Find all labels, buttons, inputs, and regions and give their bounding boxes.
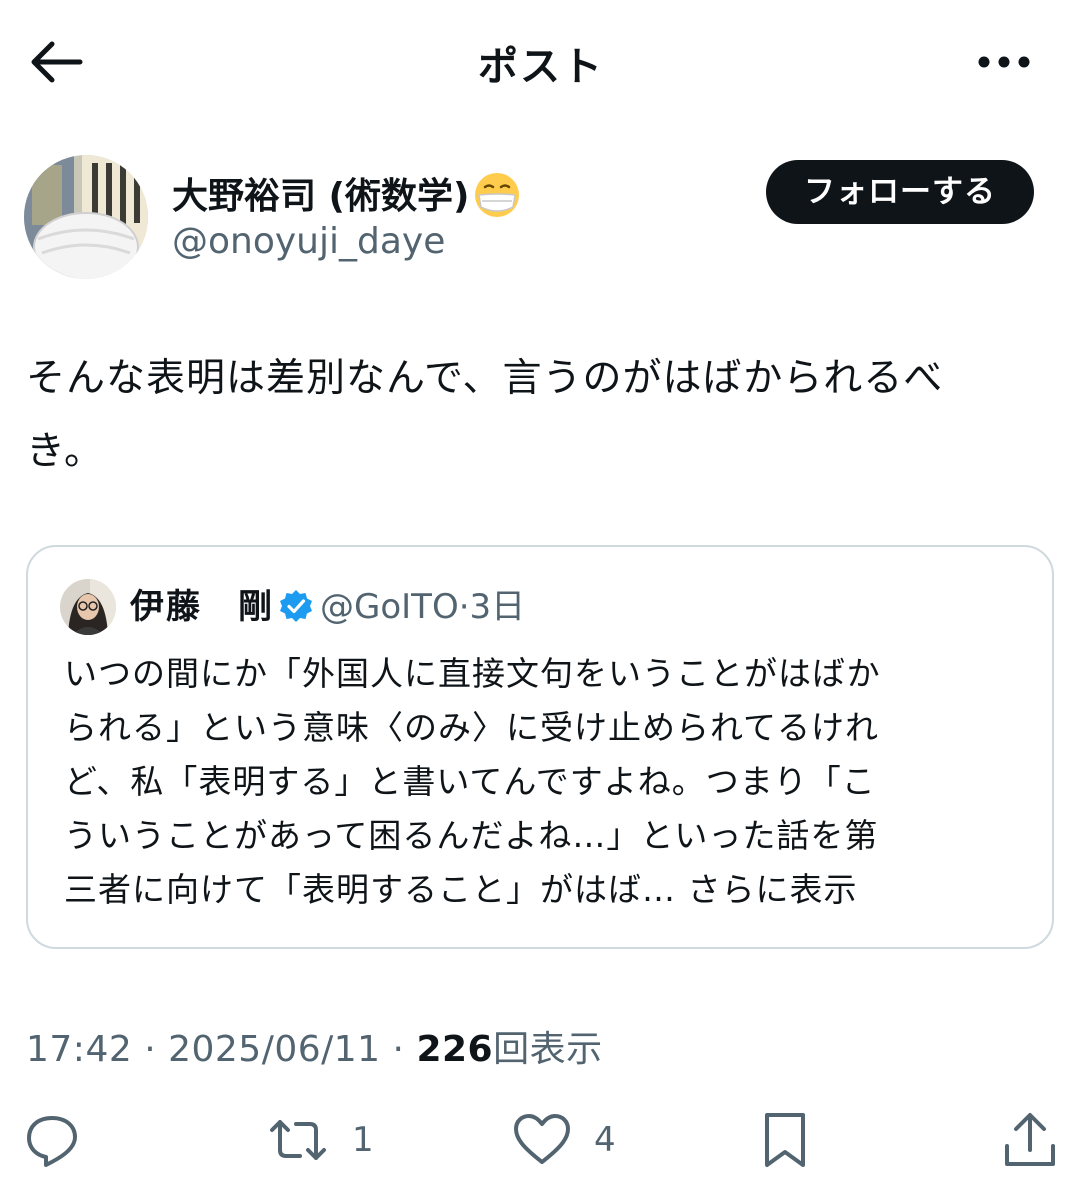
share-icon bbox=[1005, 1113, 1055, 1166]
reply-button[interactable] bbox=[24, 1100, 102, 1180]
quoted-text-line: ういうことがあって困るんだよね…」といった話を第 bbox=[64, 816, 879, 855]
top-bar: ポスト bbox=[0, 0, 1082, 122]
quoted-text: いつの間にか「外国人に直接文句をいうことがはばか られる」という意味〈のみ〉に受… bbox=[64, 647, 1024, 917]
meta-separator: · bbox=[380, 1029, 417, 1070]
post-text-line: き。 bbox=[26, 429, 105, 474]
verified-badge-icon bbox=[280, 589, 312, 622]
bookmark-icon bbox=[765, 1113, 805, 1167]
display-name-text: 大野裕司 (術数学) bbox=[172, 176, 470, 217]
quoted-post[interactable]: 伊藤 剛 @GoITO·3日 いつの間にか「外国人に直接文句をいうことがはばか … bbox=[26, 545, 1054, 949]
views-count: 226 bbox=[416, 1029, 494, 1070]
page-title: ポスト bbox=[478, 44, 604, 90]
quoted-text-line-end: 三者に向けて「表明すること」がはば… bbox=[64, 870, 688, 909]
quoted-timestamp[interactable]: 3日 bbox=[470, 587, 526, 627]
quoted-text-line: られる」という意味〈のみ〉に受け止められてるけれ bbox=[64, 708, 880, 747]
quoted-handle[interactable]: @GoITO bbox=[320, 587, 459, 627]
post-text-line: そんな表明は差別なんで、言うのがはばかられるべ bbox=[26, 356, 944, 401]
retweet-button[interactable]: 1 bbox=[266, 1100, 374, 1180]
post-date[interactable]: 2025/06/11 bbox=[168, 1029, 381, 1070]
reply-icon bbox=[27, 1116, 77, 1167]
post-text: そんな表明は差別なんで、言うのがはばかられるべ き。 bbox=[26, 342, 1056, 488]
share-button[interactable] bbox=[1002, 1100, 1058, 1180]
quoted-avatar-image bbox=[60, 579, 116, 635]
post-author: 大野裕司 (術数学) @onoyuji_daye フォローする bbox=[24, 155, 1064, 285]
quoted-text-line: 三者に向けて「表明すること」がはば… さらに表示 bbox=[64, 863, 1024, 917]
show-more-link[interactable]: さらに表示 bbox=[688, 870, 858, 909]
more-horizontal-icon bbox=[978, 56, 1030, 68]
quoted-text-line: いつの間にか「外国人に直接文句をいうことがはばか bbox=[64, 654, 881, 693]
like-button[interactable]: 4 bbox=[512, 1100, 616, 1180]
face-with-medical-mask-icon bbox=[475, 173, 520, 217]
quoted-text-line: ど、私「表明する」と書いてんですよね。つまり「こ bbox=[64, 762, 876, 801]
avatar[interactable] bbox=[24, 155, 148, 279]
meta-separator: · bbox=[132, 1029, 169, 1070]
post-meta: 17:42 · 2025/06/11 · 226回表示 bbox=[26, 1020, 603, 1072]
retweet-count: 1 bbox=[352, 1120, 374, 1160]
quoted-display-name[interactable]: 伊藤 剛 bbox=[130, 587, 274, 627]
more-button[interactable] bbox=[972, 40, 1036, 84]
like-count: 4 bbox=[594, 1120, 616, 1160]
quoted-avatar[interactable] bbox=[60, 579, 116, 635]
user-handle[interactable]: @onoyuji_daye bbox=[172, 221, 445, 262]
avatar-image bbox=[24, 155, 148, 279]
action-bar: 1 4 bbox=[0, 1100, 1082, 1180]
bookmark-button[interactable] bbox=[760, 1100, 810, 1180]
views-label: 回表示 bbox=[493, 1029, 603, 1070]
display-name[interactable]: 大野裕司 (術数学) bbox=[172, 167, 521, 219]
post-time[interactable]: 17:42 bbox=[26, 1029, 132, 1070]
follow-button[interactable]: フォローする bbox=[766, 160, 1034, 224]
retweet-icon bbox=[270, 1120, 326, 1160]
quoted-header: 伊藤 剛 @GoITO·3日 bbox=[130, 587, 525, 627]
heart-icon bbox=[514, 1114, 570, 1164]
quoted-separator: · bbox=[458, 587, 470, 627]
